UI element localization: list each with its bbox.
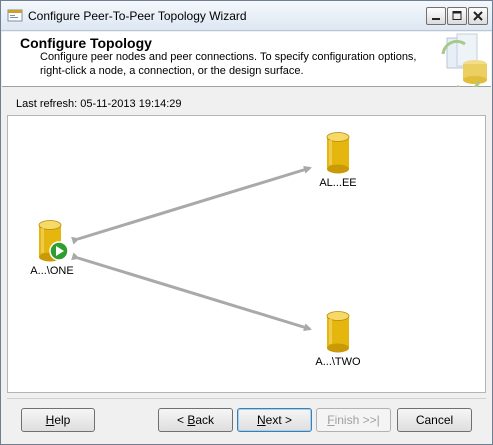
wizard-window: Configure Peer-To-Peer Topology Wizard C…: [0, 0, 493, 445]
button-separator: [7, 398, 486, 399]
next-button-post: ext >: [265, 413, 293, 427]
finish-button-accel: F: [327, 413, 335, 427]
window-title: Configure Peer-To-Peer Topology Wizard: [28, 9, 247, 23]
minimize-button[interactable]: [426, 7, 446, 25]
node-two[interactable]: A...\TWO: [308, 309, 368, 368]
connection-one-two[interactable]: [71, 252, 312, 332]
database-icon: [326, 132, 350, 174]
node-one[interactable]: A...\ONE: [22, 218, 82, 277]
node-one-label: A...\ONE: [30, 265, 74, 277]
node-ee[interactable]: AL...EE: [308, 130, 368, 189]
wizard-header: Configure Topology Configure peer nodes …: [2, 32, 491, 92]
database-publisher-icon: [38, 220, 69, 262]
help-button[interactable]: Help: [21, 408, 95, 432]
page-description: Configure peer nodes and peer connection…: [40, 51, 417, 77]
last-refresh-value: 05-11-2013 19:14:29: [80, 98, 182, 110]
back-button[interactable]: < Back: [158, 408, 233, 432]
topology-design-surface[interactable]: A...\ONE AL...EE A...\TWO: [7, 115, 486, 393]
replication-banner-icon: [431, 32, 491, 92]
last-refresh: Last refresh: 05-11-2013 19:14:29: [16, 98, 182, 110]
next-button-accel: N: [256, 413, 266, 427]
finish-button[interactable]: Finish >>|: [316, 408, 391, 432]
node-ee-label: AL...EE: [319, 177, 357, 189]
node-two-label: A...\TWO: [315, 356, 361, 368]
page-title: Configure Topology: [20, 35, 152, 51]
title-bar[interactable]: Configure Peer-To-Peer Topology Wizard: [1, 1, 492, 31]
connection-one-ee[interactable]: [71, 165, 312, 245]
next-button[interactable]: Next >: [237, 408, 312, 432]
help-button-post: elp: [54, 413, 71, 427]
finish-button-post: inish >>|: [334, 413, 380, 427]
maximize-button[interactable]: [447, 7, 467, 25]
database-icon: [326, 311, 350, 353]
back-button-post: ack: [195, 413, 215, 427]
wizard-app-icon: [7, 8, 23, 23]
close-button[interactable]: [468, 7, 488, 25]
last-refresh-label: Last refresh:: [16, 98, 78, 110]
cancel-button[interactable]: Cancel: [397, 408, 472, 432]
back-button-pre: <: [176, 413, 188, 427]
